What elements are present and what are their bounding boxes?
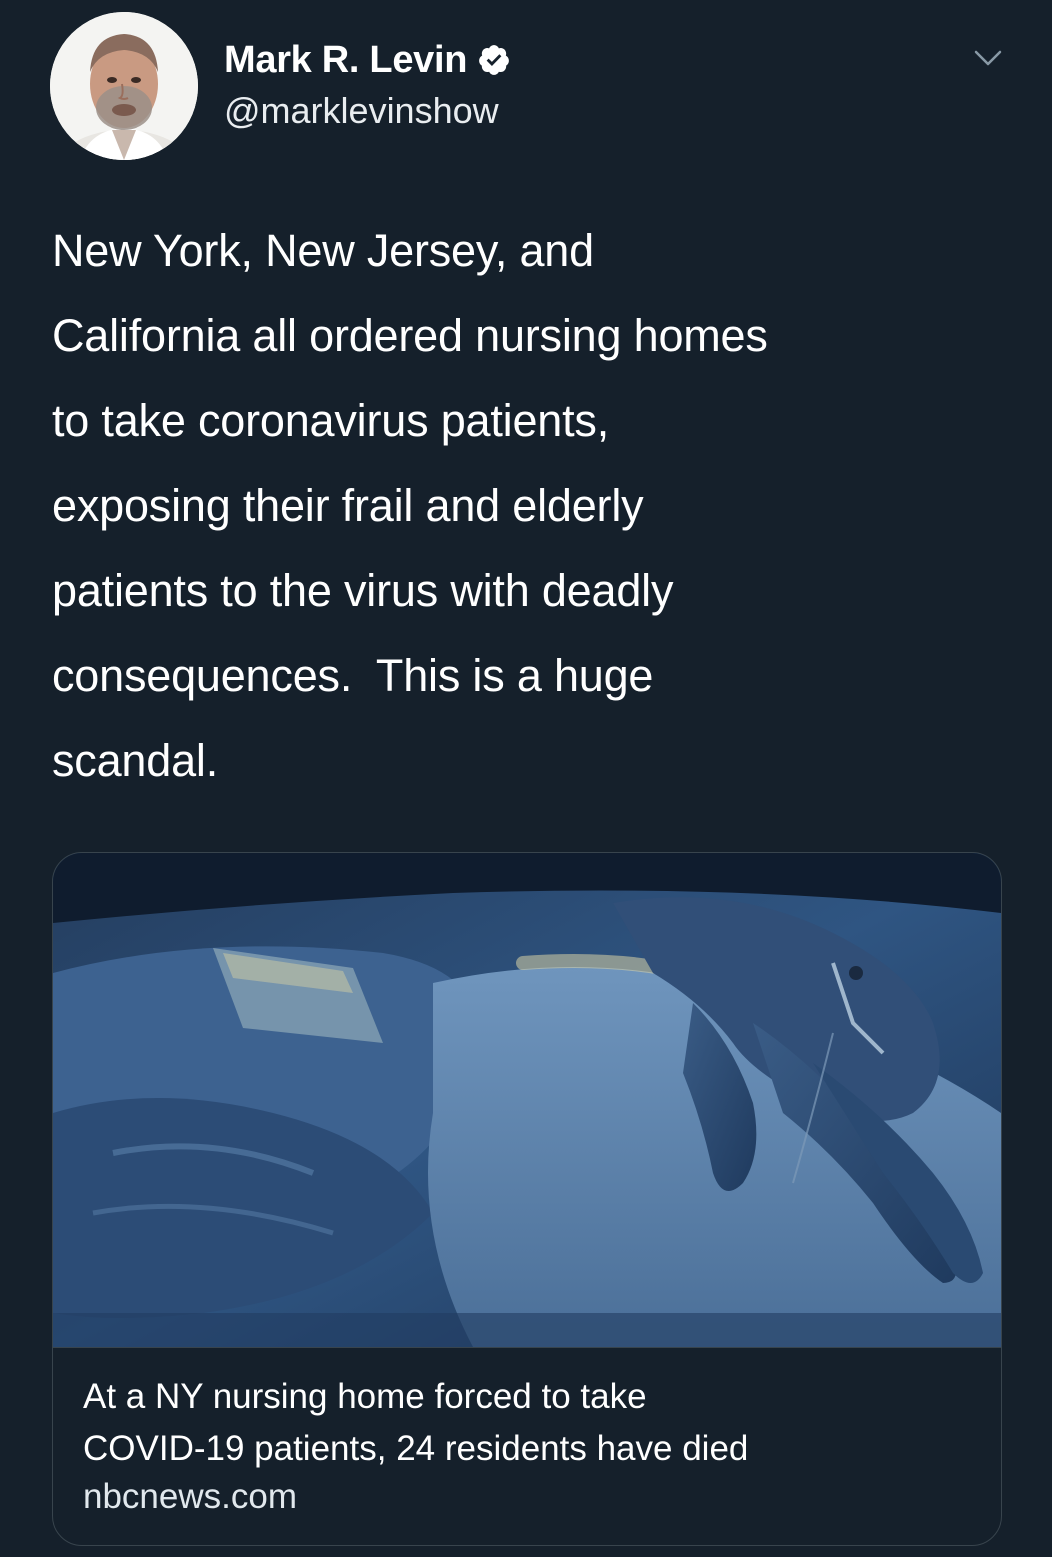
- tweet: Mark R. Levin @marklevinshow New York, N…: [0, 0, 1052, 1557]
- avatar[interactable]: [50, 12, 198, 160]
- link-card[interactable]: At a NY nursing home forced to take COVI…: [52, 852, 1002, 1546]
- hospital-bed-hand-photo: [53, 853, 1001, 1347]
- display-name[interactable]: Mark R. Levin: [224, 39, 467, 82]
- card-domain[interactable]: nbcnews.com: [83, 1477, 297, 1517]
- card-divider: [53, 1347, 1001, 1348]
- avatar-photo: [50, 12, 198, 160]
- card-title[interactable]: At a NY nursing home forced to take COVI…: [83, 1371, 983, 1475]
- author-handle[interactable]: @marklevinshow: [224, 90, 499, 132]
- author-row[interactable]: Mark R. Levin: [224, 36, 511, 84]
- card-image[interactable]: [53, 853, 1001, 1347]
- tweet-text: New York, New Jersey, and California all…: [52, 225, 768, 786]
- verified-badge-icon: [477, 43, 511, 77]
- chevron-down-icon[interactable]: [972, 44, 1004, 72]
